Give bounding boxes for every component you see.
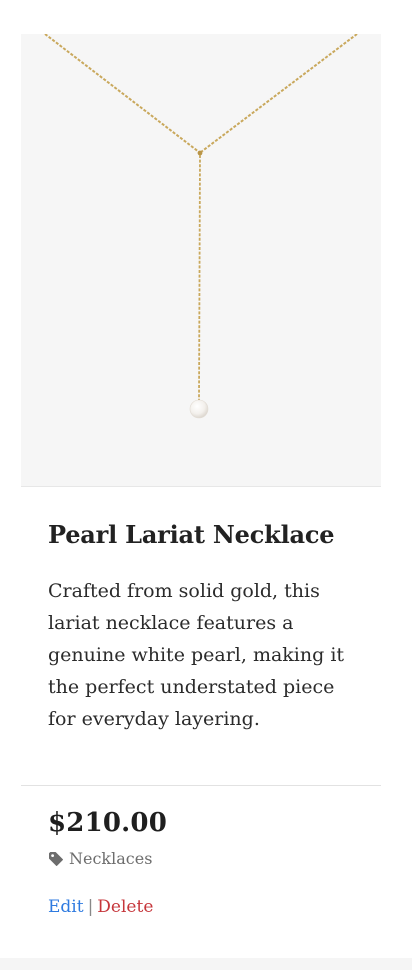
product-price: $210.00 <box>48 808 167 838</box>
page-bottom-strip <box>0 958 412 970</box>
product-actions: Edit | Delete <box>48 896 354 918</box>
category-label[interactable]: Necklaces <box>69 849 152 868</box>
product-description: Crafted from solid gold, this lariat nec… <box>48 580 345 730</box>
page: Pearl Lariat Necklace Crafted from solid… <box>0 0 412 970</box>
product-body: Pearl Lariat Necklace Crafted from solid… <box>21 521 381 735</box>
product-card: Pearl Lariat Necklace Crafted from solid… <box>21 34 381 918</box>
delete-link[interactable]: Delete <box>97 897 153 917</box>
product-title: Pearl Lariat Necklace <box>48 520 335 549</box>
product-image <box>21 34 381 487</box>
product-footer: $210.00 Necklaces Edit | Delete <box>21 807 381 918</box>
edit-link[interactable]: Edit <box>48 897 84 917</box>
action-separator: | <box>87 897 94 917</box>
product-category: Necklaces <box>48 849 354 868</box>
card-divider <box>21 785 381 786</box>
tag-icon <box>48 851 64 867</box>
necklace-illustration <box>44 34 358 419</box>
